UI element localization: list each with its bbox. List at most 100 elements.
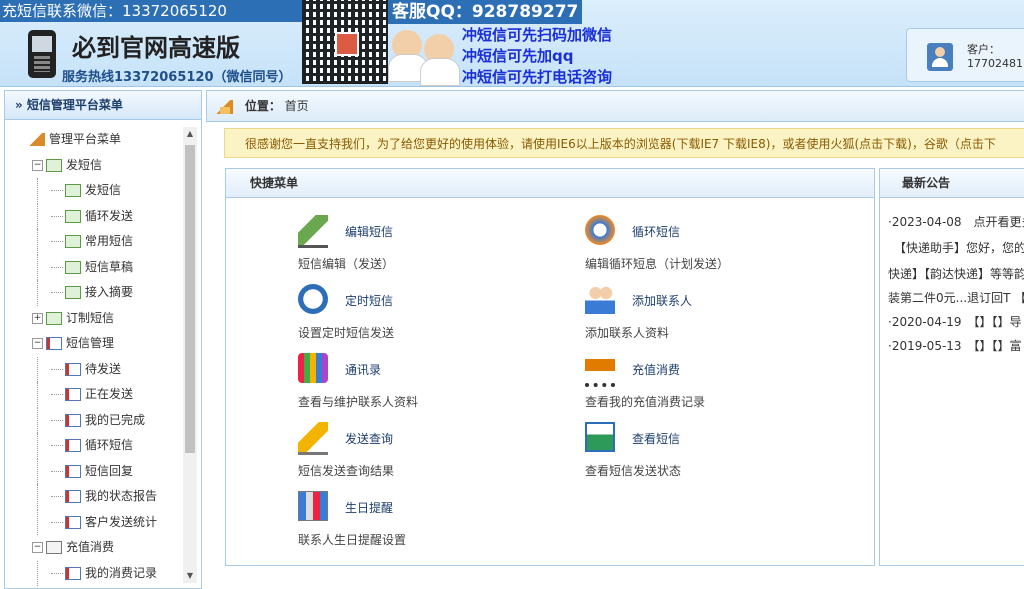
sidebar-scrollbar[interactable]: ▲ ▼	[183, 127, 197, 583]
collapse-icon[interactable]: −	[32, 159, 43, 171]
announcement-item[interactable]: ·2020-04-19 【】【】导	[888, 313, 1022, 330]
sidebar-subitem[interactable]: 我的状态报告	[5, 484, 183, 510]
sidebar-item-label: 我的状态报告	[85, 489, 158, 503]
announcement-item: 【快递助手】您好，您的	[888, 241, 1024, 255]
customer-label: 客户：	[967, 43, 1000, 56]
list-icon	[65, 464, 81, 478]
quick-menu-link[interactable]: 生日提醒	[345, 499, 393, 516]
sidebar-subitem[interactable]: 短信草稿	[5, 254, 183, 281]
quick-menu-item[interactable]: 通讯录查看与维护联系人资料	[298, 353, 568, 413]
shopping-cart-icon[interactable]	[585, 353, 615, 387]
announcements-title: 最新公告	[880, 169, 1024, 198]
birthday-icon[interactable]	[298, 491, 328, 521]
announcement-item[interactable]: ·2023-04-08 点开看更多	[888, 213, 1024, 230]
send-mail-icon	[65, 184, 81, 197]
quick-menu-description: 短信编辑（发送）	[298, 257, 395, 271]
sidebar-group[interactable]: − 短信管理	[5, 331, 183, 357]
sidebar-item-label: 订制短信	[66, 310, 115, 325]
quick-menu-description: 添加联系人资料	[585, 326, 670, 340]
list-icon	[65, 413, 81, 427]
location-home-link[interactable]: 首页	[285, 99, 309, 113]
quick-menu-item[interactable]: 生日提醒 联系人生日提醒设置	[298, 491, 568, 551]
sidebar-subitem[interactable]: 循环发送	[5, 203, 183, 230]
quick-menu-link[interactable]: 通讯录	[345, 361, 381, 378]
scroll-up-arrow-icon[interactable]: ▲	[183, 127, 197, 141]
breadcrumb: 位置： 首页	[206, 90, 1024, 122]
sidebar-group[interactable]: + 订制短信	[5, 306, 183, 332]
scroll-down-arrow-icon[interactable]: ▼	[183, 569, 197, 583]
sidebar-subitem[interactable]: 待发送	[5, 356, 183, 383]
quick-menu-item[interactable]: 查看短信查看短信发送状态	[585, 422, 855, 482]
quick-menu-description: 查看短信发送状态	[585, 464, 682, 478]
cart-icon	[46, 541, 62, 554]
send-mail-icon	[65, 209, 81, 223]
expand-icon[interactable]: +	[32, 312, 43, 324]
sidebar-group[interactable]: − 充值消费	[5, 535, 183, 561]
quick-menu-item[interactable]: 充值消费 查看我的充值消费记录	[585, 353, 855, 413]
list-icon	[65, 439, 81, 452]
quick-menu-link[interactable]: 添加联系人	[632, 292, 692, 309]
tree-connector	[51, 419, 63, 421]
quick-menu-item[interactable]: 定时短信 设置定时短信发送	[298, 284, 568, 344]
collapse-icon[interactable]: −	[32, 542, 43, 553]
add-contact-icon[interactable]	[585, 284, 615, 314]
quick-menu-link[interactable]: 查看短信	[632, 430, 680, 447]
location-label: 位置：	[244, 99, 281, 113]
quick-menu-item[interactable]: 循环短信 编辑循环短息（计划发送）	[585, 215, 855, 275]
mobile-phone-logo-icon	[28, 30, 56, 78]
scroll-thumb[interactable]	[185, 145, 195, 453]
quick-menu-link[interactable]: 充值消费	[632, 361, 680, 378]
sidebar-subitem[interactable]: 常用短信	[5, 229, 183, 255]
address-book-icon[interactable]	[298, 353, 328, 383]
sidebar-item-label: 循环发送	[85, 208, 134, 223]
sidebar-root[interactable]: 管理平台菜单	[5, 127, 183, 153]
quick-menu-link[interactable]: 发送查询	[345, 430, 393, 447]
sidebar: » 短信管理平台菜单 管理平台菜单 − 发短信发短信循环发送常用短信 短信草稿接入摘要…	[4, 90, 202, 589]
send-query-icon[interactable]	[298, 422, 328, 455]
list-icon	[65, 388, 81, 401]
alarm-clock-icon[interactable]	[298, 284, 328, 314]
sidebar-item-label: 发短信	[85, 183, 122, 197]
sidebar-item-label: 短信回复	[85, 463, 134, 478]
list-icon	[65, 515, 81, 529]
collapse-icon[interactable]: −	[32, 338, 43, 349]
sidebar-item-label: 我的消费记录	[85, 565, 158, 580]
sidebar-item-label: 接入摘要	[85, 285, 134, 299]
home-icon	[217, 99, 233, 114]
tree-connector	[51, 368, 63, 370]
edit-sms-icon[interactable]	[298, 215, 328, 248]
cycle-sms-icon[interactable]	[585, 215, 615, 245]
site-title: 必到官网高速版	[72, 34, 240, 62]
promo-line-phone: 冲短信可先打电话咨询	[462, 68, 613, 86]
list-icon	[65, 490, 81, 503]
sidebar-subitem[interactable]: 接入摘要	[5, 280, 183, 306]
send-mail-icon	[65, 260, 81, 274]
quick-menu-item[interactable]: 发送查询 短信发送查询结果	[298, 422, 568, 482]
quick-menu-link[interactable]: 循环短信	[632, 223, 680, 240]
sidebar-subitem[interactable]: 客户发送统计	[5, 509, 183, 536]
sidebar-subitem[interactable]: 循环短信	[5, 433, 183, 459]
announcement-item[interactable]: ·2019-05-13 【】【】富	[888, 337, 1022, 354]
sidebar-title: » 短信管理平台菜单	[5, 91, 201, 120]
quick-menu-item[interactable]: 编辑短信短信编辑（发送）	[298, 215, 568, 275]
mail-icon	[46, 158, 62, 172]
sidebar-group[interactable]: − 发短信	[5, 153, 183, 179]
sidebar-item-label: 待发送	[85, 361, 122, 376]
customer-service-agents-image	[388, 26, 462, 86]
quick-menu-link[interactable]: 编辑短信	[345, 223, 393, 240]
quick-menu-item[interactable]: 添加联系人添加联系人资料	[585, 284, 855, 344]
quick-menu-description: 查看与维护联系人资料	[298, 395, 419, 409]
sidebar-subitem[interactable]: 短信回复	[5, 458, 183, 485]
sidebar-subitem[interactable]: 我的已完成	[5, 407, 183, 434]
header: 充短信联系微信：13372065120 必到官网高速版 服务热线13372065…	[0, 0, 1024, 87]
sidebar-subitem[interactable]: 发短信	[5, 178, 183, 204]
quick-menu-link[interactable]: 定时短信	[345, 292, 393, 309]
announcement-item: 快递】【韵达快递】等等韵	[888, 267, 1024, 281]
promo-line-qq: 冲短信可先加qq	[462, 47, 574, 65]
announcement-item: 装第二件0元...退订回T 【	[888, 291, 1024, 305]
sidebar-subitem[interactable]: 我的消费记录	[5, 560, 183, 587]
send-mail-icon	[65, 235, 81, 248]
view-sms-icon[interactable]	[585, 422, 615, 452]
sidebar-subitem[interactable]: 正在发送	[5, 382, 183, 408]
folder-icon	[46, 337, 62, 350]
